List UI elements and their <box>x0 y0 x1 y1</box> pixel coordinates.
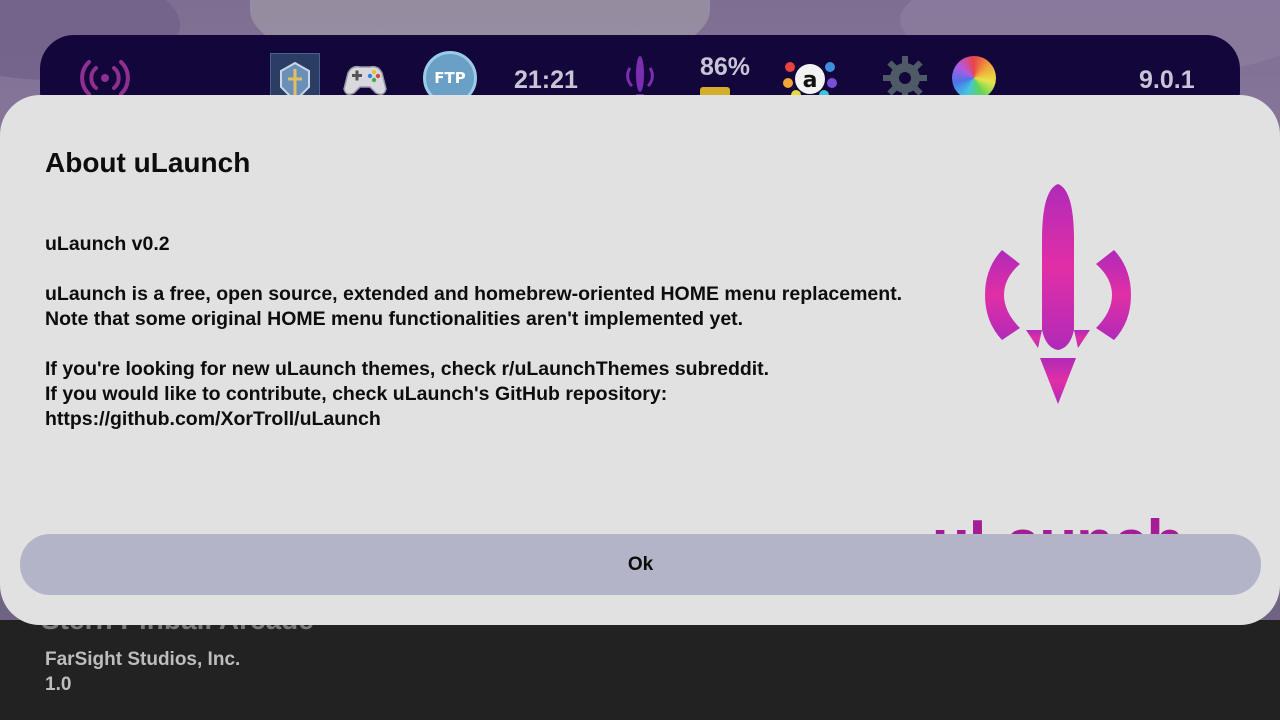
app-developer: FarSight Studios, Inc. <box>45 649 241 670</box>
ulaunch-rocket-logo <box>985 184 1131 404</box>
dialog-line: uLaunch is a free, open source, extended… <box>45 283 903 305</box>
ok-button-label: Ok <box>627 553 654 575</box>
dialog-line: Note that some original HOME menu functi… <box>45 308 744 330</box>
clock-time: 21:21 <box>514 66 578 94</box>
ftp-label: FTP <box>434 69 466 87</box>
dialog-line: If you're looking for new uLaunch themes… <box>45 358 770 380</box>
app-version: 1.0 <box>45 674 72 695</box>
dialog-body: uLaunch v0.2 uLaunch is a free, open sou… <box>45 232 945 432</box>
dialog-line: If you would like to contribute, check u… <box>45 383 668 405</box>
dialog-line <box>45 332 945 357</box>
ok-button[interactable]: Ok <box>20 534 1261 595</box>
dialog-line: https://github.com/XorTroll/uLaunch <box>45 408 381 430</box>
svg-text:a: a <box>803 68 818 93</box>
dialog-line <box>45 257 945 282</box>
battery-percentage: 86% <box>700 53 751 81</box>
dialog-title: About uLaunch <box>45 147 251 178</box>
firmware-version: 9.0.1 <box>1139 66 1195 94</box>
about-dialog: About uLaunch uLaunch v0.2 uLaunch is a … <box>0 95 1280 625</box>
dialog-line: uLaunch v0.2 <box>45 233 170 255</box>
color-wheel-icon[interactable] <box>952 56 996 100</box>
